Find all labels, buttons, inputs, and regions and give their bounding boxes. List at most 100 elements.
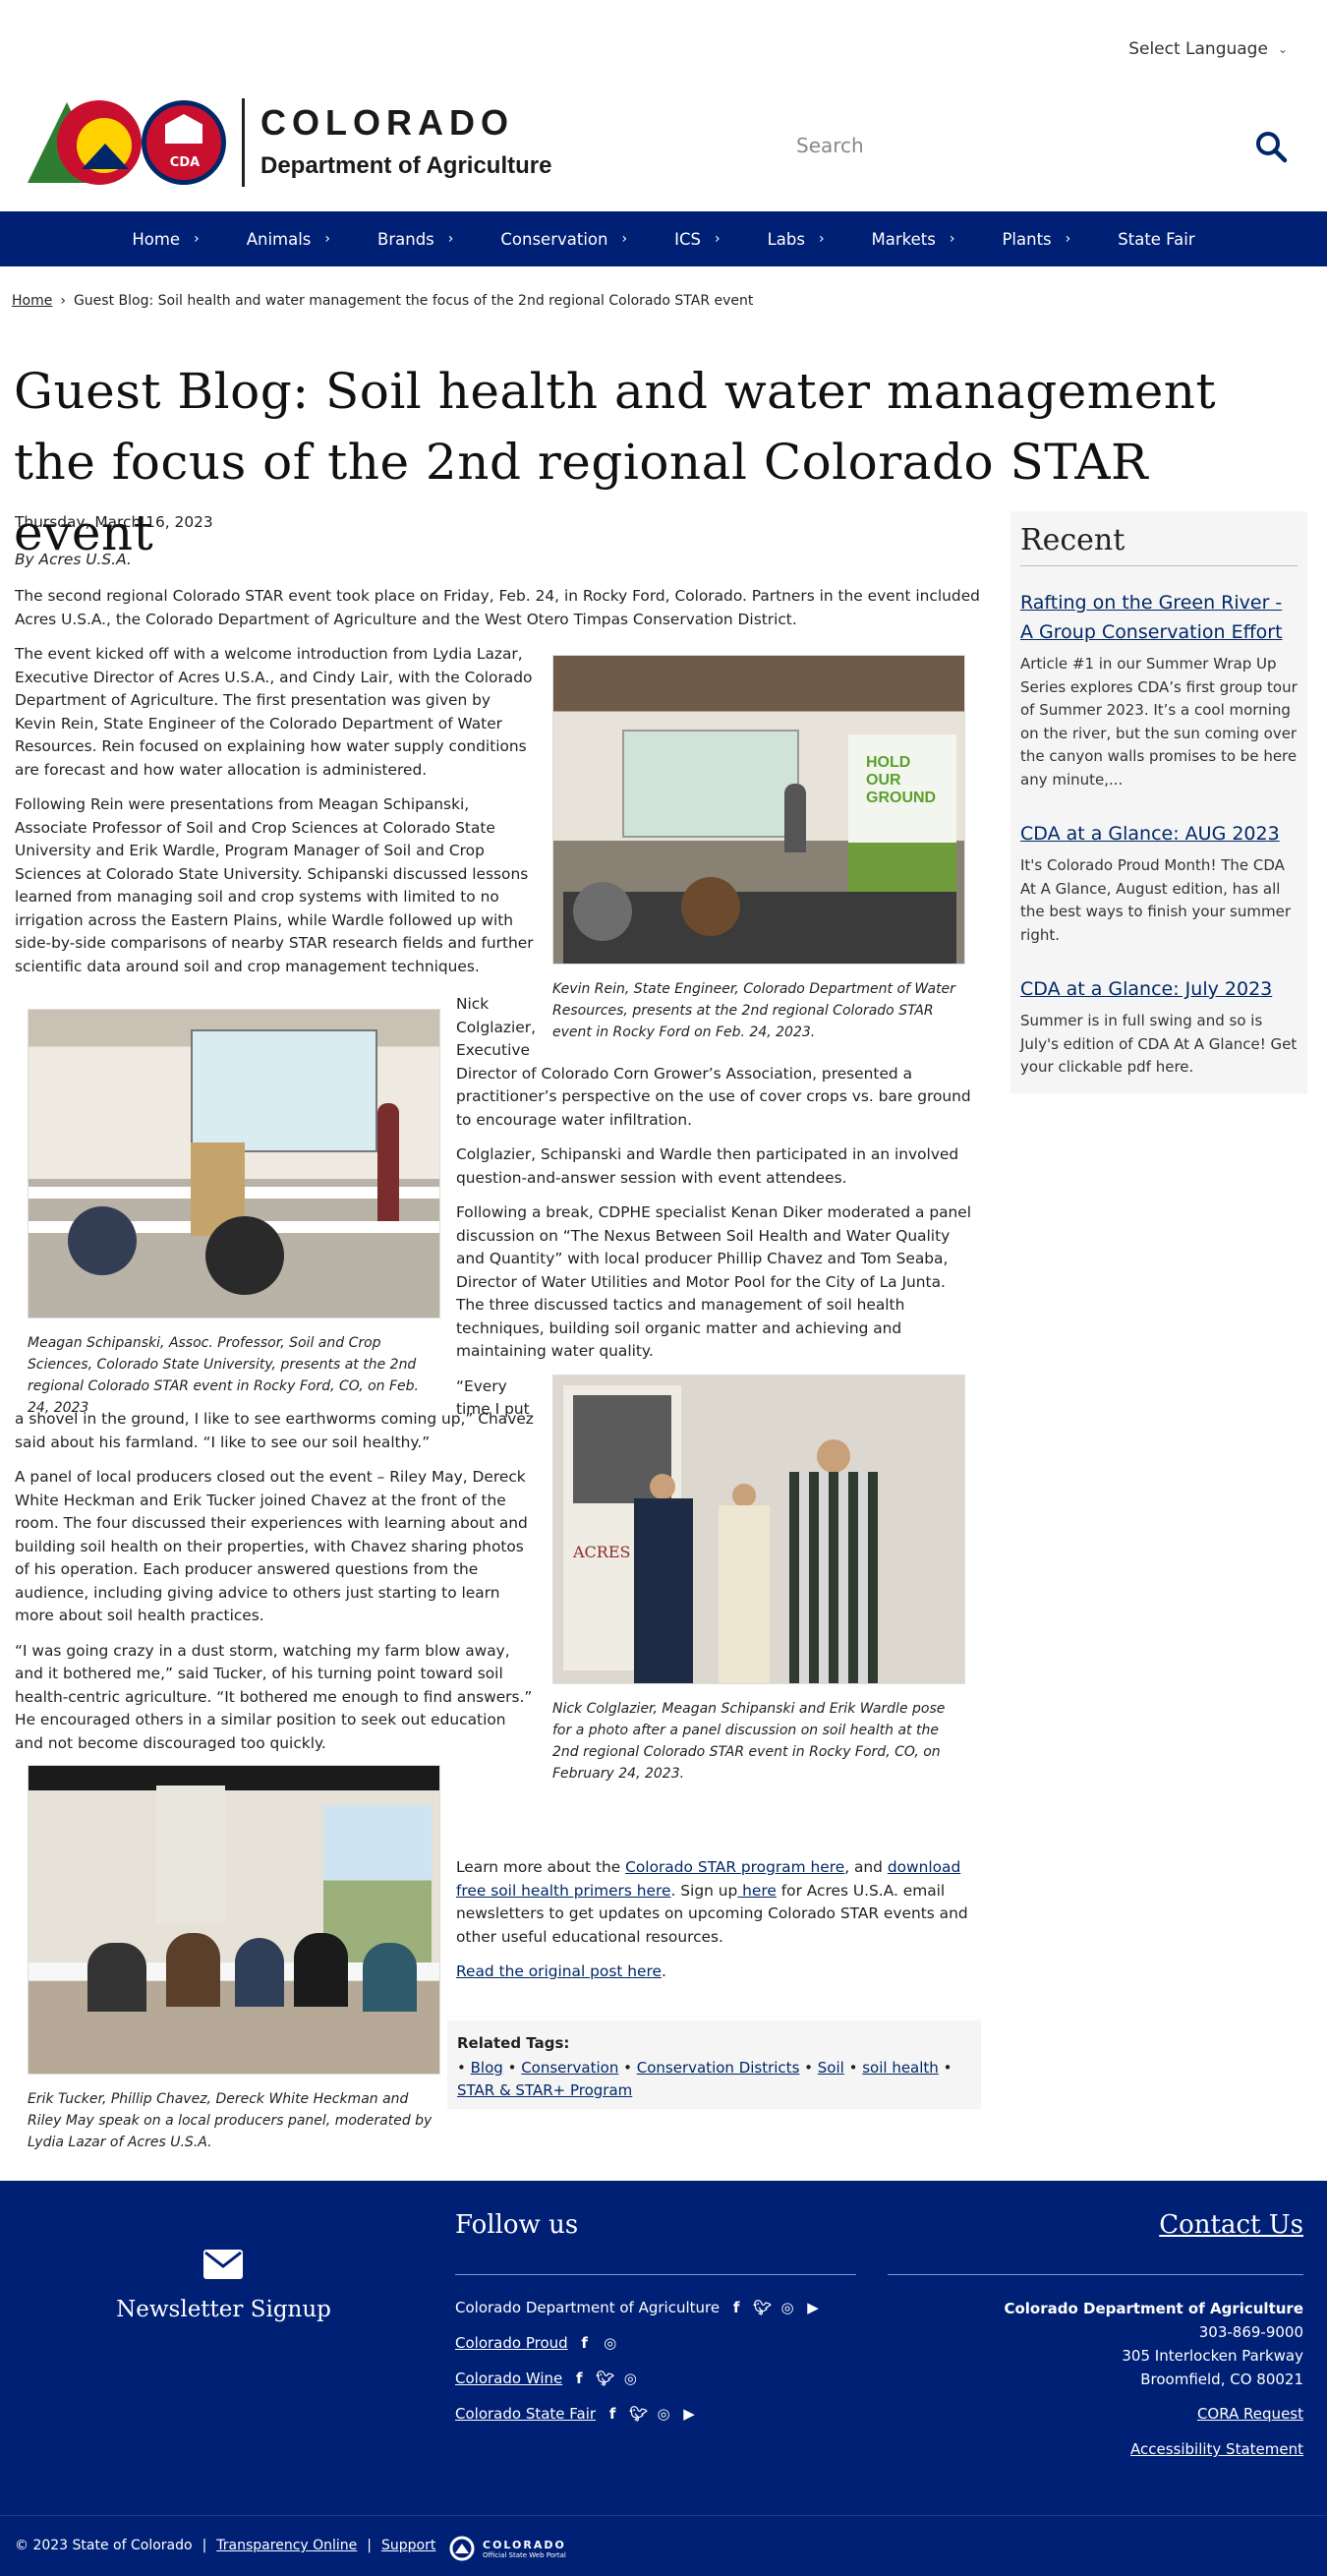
instagram-icon[interactable]: ◎ [655,2405,672,2423]
address-city: Broomfield, CO 80021 [1140,2371,1303,2388]
language-selector[interactable]: Select Language ⌄ [1128,39,1288,59]
figure: ACRES Nick Colglazier, Meagan Schipanski… [552,1375,967,1785]
portal-subtitle: Official State Web Portal [483,2550,566,2559]
follow-us-title: Follow us [455,2210,579,2240]
banner-text: OUR [866,772,901,789]
instagram-icon[interactable]: ◎ [602,2334,619,2352]
related-tags-title: Related Tags: [457,2034,570,2052]
nav-label: Animals [246,229,312,249]
address-org: Colorado Department of Agriculture [1004,2300,1303,2317]
article-paragraph: The second regional Colorado STAR event … [15,587,980,628]
recent-item-link[interactable]: CDA at a Glance: July 2023 [1020,978,1272,1000]
address-phone: 303-869-9000 [1198,2323,1303,2341]
social-row: Colorado Proud f ◎ [455,2334,619,2352]
nav-item-markets[interactable]: Markets › [848,230,979,249]
breadcrumb: Home › Guest Blog: Soil health and water… [12,293,753,309]
colorado-portal-icon [449,2536,475,2561]
nav-item-animals[interactable]: Animals › [223,230,354,249]
divider [455,2274,856,2275]
search-input[interactable] [796,134,1229,157]
twitter-icon[interactable]: 🐦︎ [753,2299,772,2316]
chevron-right-icon: › [949,231,955,247]
site-footer: Newsletter Signup Follow us Colorado Dep… [0,2181,1327,2515]
search-icon[interactable] [1254,130,1288,163]
nav-item-state-fair[interactable]: State Fair [1094,230,1218,249]
divider [888,2274,1303,2275]
language-label: Select Language [1128,39,1268,59]
social-org-link[interactable]: Colorado Wine [455,2370,562,2387]
tag-link[interactable]: Soil [818,2059,844,2077]
article-text: . Sign up [670,1881,738,1900]
nav-item-labs[interactable]: Labs › [744,230,848,249]
article-byline: By Acres U.S.A. [15,550,132,568]
recent-item-link[interactable]: Rafting on the Green River - A Group Con… [1020,592,1283,643]
recent-item: CDA at a Glance: AUG 2023 It's Colorado … [1020,819,1298,947]
twitter-icon[interactable]: 🐦︎ [629,2405,648,2423]
twitter-icon[interactable]: 🐦︎ [596,2370,614,2387]
tag-link[interactable]: soil health [862,2059,939,2077]
newsletter-signup-link[interactable]: Newsletter Signup [0,2297,447,2322]
nav-item-plants[interactable]: Plants › [978,230,1094,249]
site-logo[interactable]: CDA COLORADO Department of Agriculture [28,96,551,189]
facebook-icon[interactable]: f [727,2299,745,2316]
facebook-icon[interactable]: f [604,2405,621,2423]
logo-subtitle: Department of Agriculture [260,152,552,179]
article-paragraph: Following a break, CDPHE specialist Kena… [456,1203,972,1360]
state-portal-logo[interactable]: COLORADO Official State Web Portal [447,2536,566,2561]
tag-link[interactable]: Conservation [521,2059,618,2077]
nav-item-ics[interactable]: ICS › [651,230,743,249]
figure-caption: Erik Tucker, Phillip Chavez, Dereck Whit… [28,2091,433,2150]
social-org-link[interactable]: Colorado Proud [455,2334,568,2352]
cora-request-link[interactable]: CORA Request [1197,2405,1303,2423]
nav-item-home[interactable]: Home › [108,230,222,249]
article-paragraph: “I was going crazy in a dust storm, watc… [15,1641,533,1752]
portal-title: COLORADO [483,2538,566,2551]
recent-sidebar: Recent Rafting on the Green River - A Gr… [1010,511,1307,1093]
facebook-icon[interactable]: f [570,2370,588,2387]
figure-caption: Meagan Schipanski, Assoc. Professor, Soi… [28,1335,419,1416]
breadcrumb-home-link[interactable]: Home [12,293,52,309]
article-section: a shovel in the ground, I like to see ea… [15,1408,536,1767]
tag-link[interactable]: Conservation Districts [637,2059,800,2077]
banner-text: GROUND [866,790,937,806]
acres-banner-text: ACRES [573,1543,631,1561]
recent-item-summary: Article #1 in our Summer Wrap Up Series … [1020,655,1298,789]
figure: HOLD OUR GROUND Kevin Rein, State Engine… [552,655,967,1043]
newsletter-signup-link[interactable]: here [737,1882,777,1900]
recent-item-summary: Summer is in full swing and so is July's… [1020,1012,1298,1076]
support-link[interactable]: Support [381,2538,435,2553]
facebook-icon[interactable]: f [576,2334,594,2352]
article-date: Thursday, March 16, 2023 [15,513,213,531]
transparency-online-link[interactable]: Transparency Online [216,2538,357,2553]
article-paragraph: Learn more about the Colorado STAR progr… [456,1856,977,1949]
nav-label: Labs [767,229,805,249]
social-org-link[interactable]: Colorado State Fair [455,2405,596,2423]
article-text: Nick [456,995,490,1013]
recent-item-link[interactable]: CDA at a Glance: AUG 2023 [1020,823,1280,845]
chevron-right-icon: › [714,231,721,247]
chevron-right-icon: › [324,231,331,247]
chevron-right-icon: › [447,231,454,247]
tag-link[interactable]: STAR & STAR+ Program [457,2081,632,2099]
nav-item-brands[interactable]: Brands › [354,230,477,249]
instagram-icon[interactable]: ◎ [779,2299,796,2316]
accessibility-statement-link[interactable]: Accessibility Statement [1130,2440,1303,2458]
article-text: Executive [456,1041,530,1059]
copyright-text: © 2023 State of Colorado [15,2538,193,2553]
nav-label: Plants [1002,229,1052,249]
nav-label: State Fair [1118,229,1195,249]
youtube-icon[interactable]: ▶ [804,2299,822,2316]
instagram-icon[interactable]: ◎ [621,2370,639,2387]
chevron-right-icon: › [621,231,628,247]
chevron-right-icon: › [194,231,200,247]
address-street: 305 Interlocken Parkway [1122,2347,1303,2365]
logo-title: COLORADO [260,102,514,143]
nav-item-conservation[interactable]: Conservation › [477,230,651,249]
contact-us-link[interactable]: Contact Us [1159,2210,1303,2240]
youtube-icon[interactable]: ▶ [680,2405,698,2423]
original-post-link[interactable]: Read the original post here [456,1962,662,1980]
envelope-icon[interactable] [203,2250,243,2279]
tag-link[interactable]: Blog [471,2059,503,2077]
event-photo [28,1009,440,1318]
star-program-link[interactable]: Colorado STAR program here [625,1858,844,1876]
